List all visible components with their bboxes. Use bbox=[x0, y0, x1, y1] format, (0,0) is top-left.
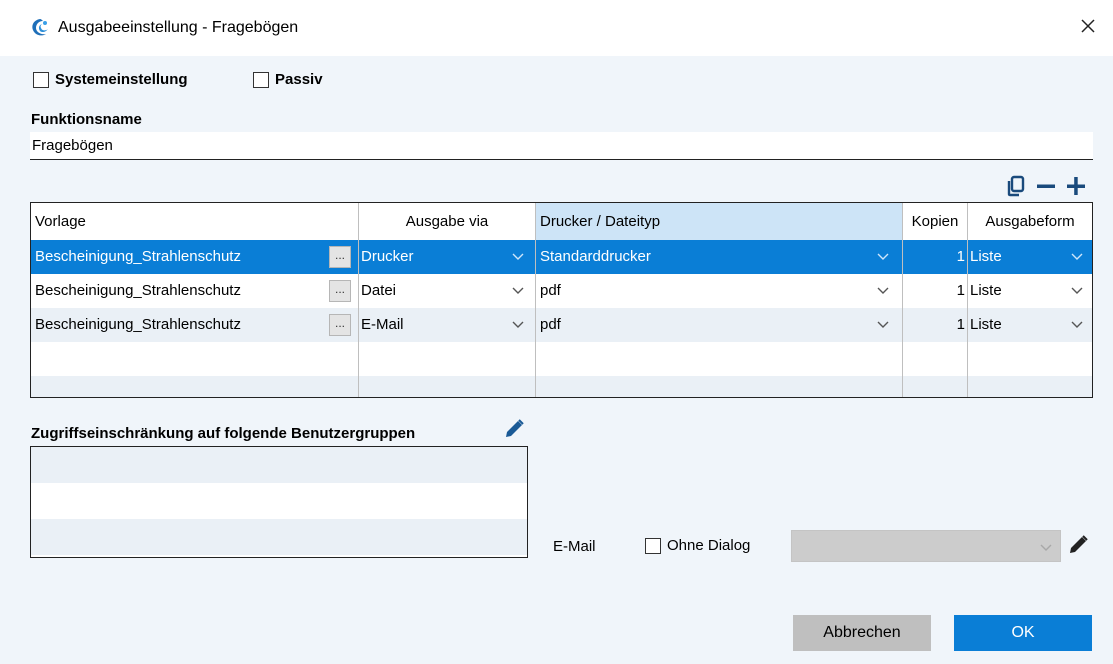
list-item bbox=[31, 519, 527, 555]
empty-row bbox=[31, 376, 1092, 397]
chevron-down-icon[interactable] bbox=[1071, 284, 1083, 296]
col-vorlage[interactable]: Vorlage bbox=[35, 203, 355, 240]
browse-button[interactable]: ... bbox=[329, 314, 351, 336]
empty-row bbox=[31, 342, 1092, 376]
systemeinstellung-option: Systemeinstellung bbox=[33, 71, 188, 88]
col-drucker-dateityp[interactable]: Drucker / Dateityp bbox=[536, 203, 902, 240]
email-select bbox=[791, 530, 1061, 562]
row-drucker[interactable]: pdf bbox=[540, 274, 870, 308]
plus-icon[interactable] bbox=[1064, 174, 1088, 198]
cancel-button[interactable]: Abbrechen bbox=[793, 615, 931, 651]
pencil-icon[interactable] bbox=[1066, 533, 1090, 557]
ok-button[interactable]: OK bbox=[954, 615, 1092, 651]
row-vorlage: Bescheinigung_Strahlenschutz bbox=[35, 248, 241, 265]
output-table: Vorlage Ausgabe via Drucker / Dateityp K… bbox=[30, 202, 1093, 398]
chevron-down-icon[interactable] bbox=[1071, 250, 1083, 262]
systemeinstellung-checkbox[interactable] bbox=[33, 71, 49, 88]
row-ausgabe-via[interactable]: E-Mail bbox=[361, 308, 501, 342]
row-kopien[interactable]: 1 bbox=[903, 240, 965, 274]
row-drucker[interactable]: pdf bbox=[540, 308, 870, 342]
table-row[interactable]: Bescheinigung_Strahlenschutz ... E-Mail … bbox=[31, 308, 1092, 342]
chevron-down-icon[interactable] bbox=[512, 284, 524, 296]
chevron-down-icon[interactable] bbox=[877, 250, 889, 262]
pencil-icon[interactable] bbox=[502, 417, 526, 441]
email-label: E-Mail bbox=[553, 538, 596, 555]
user-groups-list[interactable] bbox=[30, 446, 528, 558]
row-vorlage: Bescheinigung_Strahlenschutz bbox=[35, 316, 241, 333]
browse-button[interactable]: ... bbox=[329, 246, 351, 268]
ohne-dialog-checkbox[interactable] bbox=[645, 537, 661, 554]
row-vorlage: Bescheinigung_Strahlenschutz bbox=[35, 282, 241, 299]
col-ausgabeform[interactable]: Ausgabeform bbox=[968, 203, 1092, 240]
row-drucker[interactable]: Standarddrucker bbox=[540, 240, 870, 274]
col-kopien[interactable]: Kopien bbox=[903, 203, 967, 240]
ohne-dialog-label: Ohne Dialog bbox=[667, 537, 751, 554]
row-kopien[interactable]: 1 bbox=[903, 274, 965, 308]
chevron-down-icon[interactable] bbox=[877, 318, 889, 330]
ohne-dialog-option: Ohne Dialog bbox=[645, 537, 750, 554]
groups-label: Zugriffseinschränkung auf folgende Benut… bbox=[31, 425, 416, 442]
chevron-down-icon bbox=[1040, 541, 1052, 553]
chevron-down-icon[interactable] bbox=[512, 318, 524, 330]
passiv-checkbox[interactable] bbox=[253, 71, 269, 88]
list-item bbox=[31, 447, 527, 483]
passiv-label: Passiv bbox=[275, 71, 323, 88]
col-ausgabe-via[interactable]: Ausgabe via bbox=[359, 203, 535, 240]
chevron-down-icon[interactable] bbox=[877, 284, 889, 296]
browse-button[interactable]: ... bbox=[329, 280, 351, 302]
passiv-option: Passiv bbox=[253, 71, 323, 88]
table-row[interactable]: Bescheinigung_Strahlenschutz ... Drucker… bbox=[31, 240, 1092, 274]
close-icon[interactable] bbox=[1076, 14, 1100, 38]
minus-icon[interactable] bbox=[1034, 174, 1058, 198]
row-ausgabeform[interactable]: Liste bbox=[970, 308, 1050, 342]
table-header: Vorlage Ausgabe via Drucker / Dateityp K… bbox=[31, 203, 1092, 240]
row-ausgabeform[interactable]: Liste bbox=[970, 240, 1050, 274]
row-kopien[interactable]: 1 bbox=[903, 308, 965, 342]
table-row[interactable]: Bescheinigung_Strahlenschutz ... Datei p… bbox=[31, 274, 1092, 308]
column-divider bbox=[358, 203, 359, 397]
chevron-down-icon[interactable] bbox=[512, 250, 524, 262]
column-divider bbox=[535, 203, 536, 397]
app-logo-icon bbox=[30, 18, 50, 38]
title-bar: Ausgabeeinstellung - Fragebögen bbox=[0, 0, 1113, 56]
row-ausgabe-via[interactable]: Drucker bbox=[361, 240, 501, 274]
chevron-down-icon[interactable] bbox=[1071, 318, 1083, 330]
funktionsname-input[interactable] bbox=[30, 132, 1093, 160]
window-title: Ausgabeeinstellung - Fragebögen bbox=[58, 19, 299, 36]
systemeinstellung-label: Systemeinstellung bbox=[55, 71, 188, 88]
column-divider bbox=[902, 203, 903, 397]
funktionsname-label: Funktionsname bbox=[31, 111, 142, 128]
row-ausgabe-via[interactable]: Datei bbox=[361, 274, 501, 308]
row-ausgabeform[interactable]: Liste bbox=[970, 274, 1050, 308]
copy-icon[interactable] bbox=[1004, 174, 1028, 198]
list-item bbox=[31, 483, 527, 519]
column-divider bbox=[967, 203, 968, 397]
table-toolbar bbox=[1004, 174, 1088, 198]
